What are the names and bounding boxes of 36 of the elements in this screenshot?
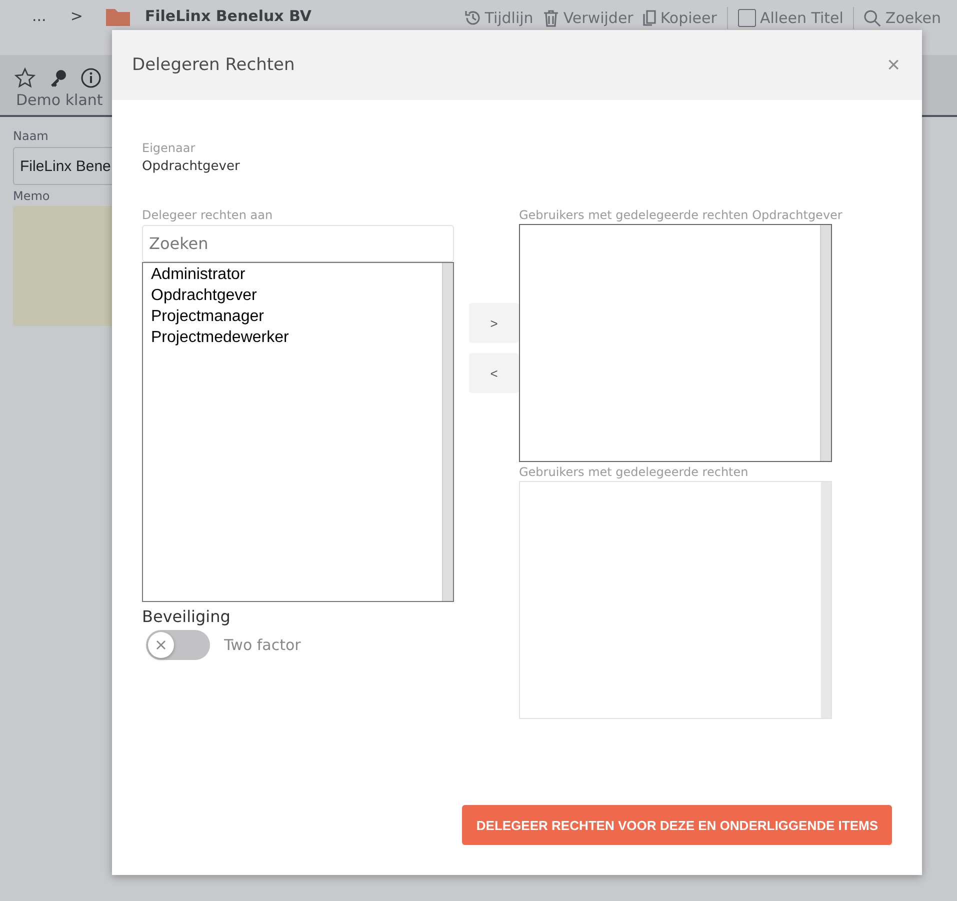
breadcrumb-chevron: >: [70, 7, 83, 25]
record-title: Demo klant: [16, 91, 104, 109]
copy-icon: [643, 10, 656, 26]
history-icon: [464, 10, 481, 26]
list-label: Gebruikers met gedelegeerde rechten Opdrachtgever: [519, 208, 844, 222]
role-item[interactable]: Administrator: [151, 264, 441, 285]
search-field[interactable]: Zoeken: [142, 225, 454, 262]
info-icon[interactable]: [80, 67, 102, 89]
role-item[interactable]: Projectmanager: [151, 306, 441, 327]
star-icon[interactable]: [14, 67, 36, 89]
folder-icon: [104, 7, 131, 27]
scrollbar[interactable]: [442, 263, 453, 601]
toggle-label: Two factor: [224, 636, 301, 654]
breadcrumb-title[interactable]: FileLinx Benelux BV: [144, 7, 312, 25]
owner-label: Eigenaar: [142, 141, 196, 155]
list-label: Gebruikers met gedelegeerde rechten: [519, 465, 750, 479]
breadcrumb-ellipsis[interactable]: ...: [32, 7, 46, 25]
field-label: Memo: [13, 189, 51, 203]
scrollbar[interactable]: [821, 482, 831, 718]
roles-list[interactable]: Administrator Opdrachtgever Projectmanager Projectmedewerker: [142, 262, 454, 602]
field-label: Naam: [13, 129, 50, 143]
delegate-label: Delegeer rechten aan: [142, 208, 274, 222]
security-label: Beveiliging: [142, 607, 232, 626]
delegated-users-list[interactable]: [519, 224, 832, 462]
add-button[interactable]: >: [469, 303, 519, 343]
two-factor-toggle[interactable]: [146, 630, 210, 660]
memo-field[interactable]: [13, 206, 112, 326]
search-icon: [864, 10, 882, 26]
scrollbar[interactable]: [820, 225, 831, 461]
role-item[interactable]: Projectmedewerker: [151, 327, 441, 348]
remove-button[interactable]: <: [469, 353, 519, 393]
trash-icon: [543, 10, 560, 26]
x-icon: [156, 640, 166, 650]
owner-value: Opdrachtgever: [142, 159, 241, 174]
dialog-title: Delegeren Rechten: [132, 55, 295, 75]
role-item[interactable]: Opdrachtgever: [151, 285, 441, 306]
